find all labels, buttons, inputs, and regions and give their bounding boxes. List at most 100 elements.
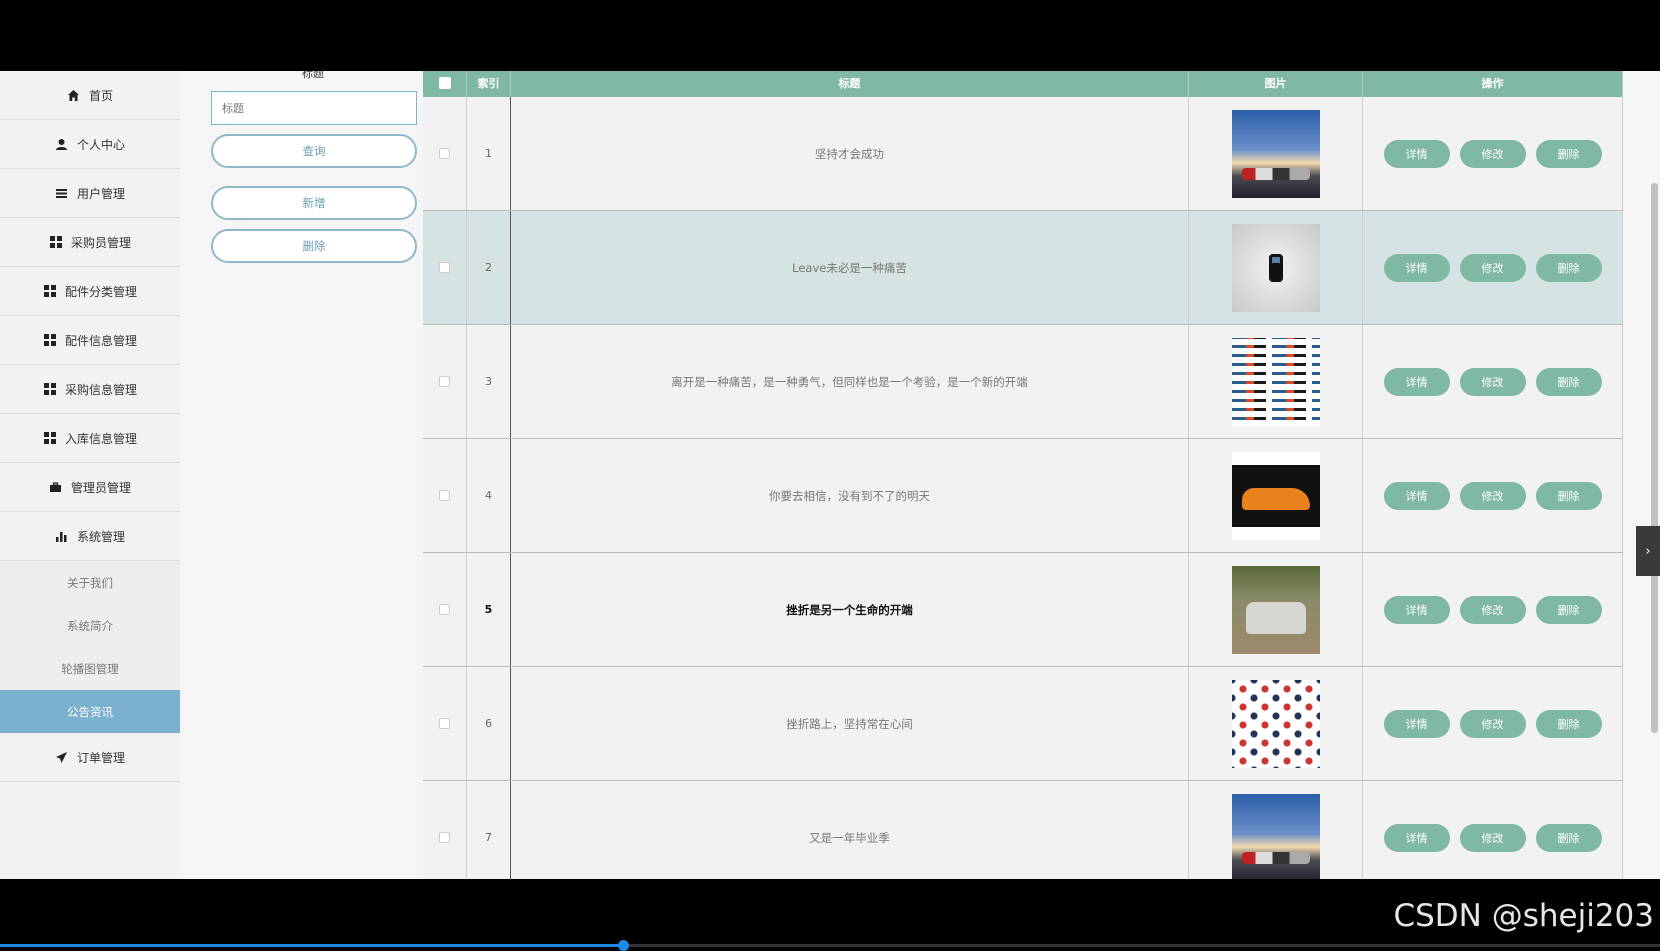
row-index: 3 [485,375,492,388]
sidebar-item-label: 配件信息管理 [64,333,137,348]
grid-icon [49,235,63,249]
row-image [1231,451,1320,540]
column-header-index: 索引 [467,71,511,97]
sidebar-sub-item-carousel[interactable]: 轮播图管理 [0,647,180,690]
scrollbar-thumb[interactable] [1651,183,1658,733]
grid-icon [43,431,57,445]
add-button[interactable]: 新增 [211,186,417,220]
row-title: 坚持才会成功 [815,146,884,161]
sidebar-sub-item-announcements[interactable]: 公告资讯 [0,690,180,733]
row-checkbox[interactable] [439,604,450,615]
sidebar-item-personal-center[interactable]: 个人中心 [0,120,180,169]
delete-button[interactable]: 删除 [1535,595,1602,624]
row-checkbox[interactable] [439,262,450,273]
table-row[interactable]: 4 你要去相信，没有到不了的明天 详情 修改 删除 [423,439,1623,553]
video-progress-handle[interactable] [617,940,629,951]
edit-button[interactable]: 修改 [1459,823,1526,852]
list-icon [55,186,69,200]
detail-button[interactable]: 详情 [1383,481,1450,510]
delete-button[interactable]: 删除 [1535,253,1602,282]
select-all-cell[interactable] [423,71,467,97]
row-index: 1 [485,147,492,160]
detail-button[interactable]: 详情 [1383,595,1450,624]
expand-panel-button[interactable]: › [1636,526,1660,576]
batch-delete-button[interactable]: 删除 [211,229,417,263]
delete-button[interactable]: 删除 [1535,709,1602,738]
delete-button[interactable]: 删除 [1535,481,1602,510]
sidebar-item-label: 系统管理 [76,529,125,544]
row-image [1231,223,1320,312]
row-checkbox[interactable] [439,490,450,501]
sidebar-sub-item-system-intro[interactable]: 系统简介 [0,604,180,647]
edit-button[interactable]: 修改 [1459,253,1526,282]
edit-button[interactable]: 修改 [1459,481,1526,510]
sidebar-sub-item-about-us[interactable]: 关于我们 [0,561,180,604]
sidebar-item-parts-category[interactable]: 配件分类管理 [0,267,180,316]
column-header-actions: 操作 [1363,71,1623,97]
edit-button[interactable]: 修改 [1459,595,1526,624]
sidebar-item-order-management[interactable]: 订单管理 [0,733,180,782]
table-row[interactable]: 1 坚持才会成功 详情 修改 删除 [423,97,1623,211]
row-title: Leave未必是一种痛苦 [792,260,907,275]
sidebar-item-parts-info[interactable]: 配件信息管理 [0,316,180,365]
sidebar-item-home[interactable]: 首页 [0,71,180,120]
query-button[interactable]: 查询 [211,134,417,168]
sidebar-item-label: 首页 [88,88,113,103]
table-row[interactable]: 6 挫折路上，坚持常在心间 详情 修改 删除 [423,667,1623,781]
table-row[interactable]: 5 挫折是另一个生命的开端 详情 修改 删除 [423,553,1623,667]
sidebar-item-label: 个人中心 [76,137,125,152]
edit-button[interactable]: 修改 [1459,139,1526,168]
table-row[interactable]: 7 又是一年毕业季 详情 修改 删除 [423,781,1623,879]
title-search-input[interactable] [211,91,417,125]
table-row[interactable]: 2 Leave未必是一种痛苦 详情 修改 删除 [423,211,1623,325]
detail-button[interactable]: 详情 [1383,139,1450,168]
delete-button[interactable]: 删除 [1535,823,1602,852]
row-checkbox[interactable] [439,832,450,843]
sidebar-item-user-management[interactable]: 用户管理 [0,169,180,218]
row-image [1231,679,1320,768]
table-header: 索引 标题 图片 操作 [423,71,1623,97]
detail-button[interactable]: 详情 [1383,253,1450,282]
sidebar-item-system-management[interactable]: 系统管理 [0,512,180,561]
detail-button[interactable]: 详情 [1383,367,1450,396]
row-title: 你要去相信，没有到不了的明天 [769,488,930,503]
sidebar-item-buyer-management[interactable]: 采购员管理 [0,218,180,267]
sidebar-item-label: 管理员管理 [70,480,131,495]
home-icon [67,88,81,102]
row-index: 5 [484,603,493,616]
row-title: 又是一年毕业季 [809,830,890,845]
row-image [1231,793,1320,879]
row-checkbox[interactable] [439,148,450,159]
column-header-title: 标题 [511,71,1189,97]
row-index: 6 [485,717,492,730]
row-index: 4 [485,489,492,502]
edit-button[interactable]: 修改 [1459,709,1526,738]
grid-icon [43,382,57,396]
delete-button[interactable]: 删除 [1535,139,1602,168]
sidebar-item-inbound-info[interactable]: 入库信息管理 [0,414,180,463]
video-progress-bar[interactable] [0,940,1660,951]
row-image [1231,109,1320,198]
table-row[interactable]: 3 离开是一种痛苦，是一种勇气，但同样也是一个考验，是一个新的开端 详情 修改 … [423,325,1623,439]
app-viewport: 首页 个人中心 用户管理 采购员管理 配件分类管理 配件信息管理 采购信息管理 … [0,71,1660,879]
sidebar-item-purchase-info[interactable]: 采购信息管理 [0,365,180,414]
sidebar-item-label: 采购员管理 [70,235,131,250]
sidebar-item-label: 用户管理 [76,186,125,201]
row-checkbox[interactable] [439,718,450,729]
detail-button[interactable]: 详情 [1383,823,1450,852]
select-all-checkbox[interactable] [438,77,451,89]
detail-button[interactable]: 详情 [1383,709,1450,738]
grid-icon [43,284,57,298]
search-panel: 标题 查询 新增 删除 [180,71,422,879]
sidebar-item-admin-management[interactable]: 管理员管理 [0,463,180,512]
sidebar: 首页 个人中心 用户管理 采购员管理 配件分类管理 配件信息管理 采购信息管理 … [0,71,181,879]
edit-button[interactable]: 修改 [1459,367,1526,396]
delete-button[interactable]: 删除 [1535,367,1602,396]
sidebar-item-label: 入库信息管理 [64,431,137,446]
video-progress-fill [0,944,623,947]
sidebar-item-label: 采购信息管理 [64,382,137,397]
row-title: 挫折是另一个生命的开端 [786,602,913,617]
send-icon [55,750,69,764]
row-checkbox[interactable] [439,376,450,387]
row-image [1231,565,1320,654]
